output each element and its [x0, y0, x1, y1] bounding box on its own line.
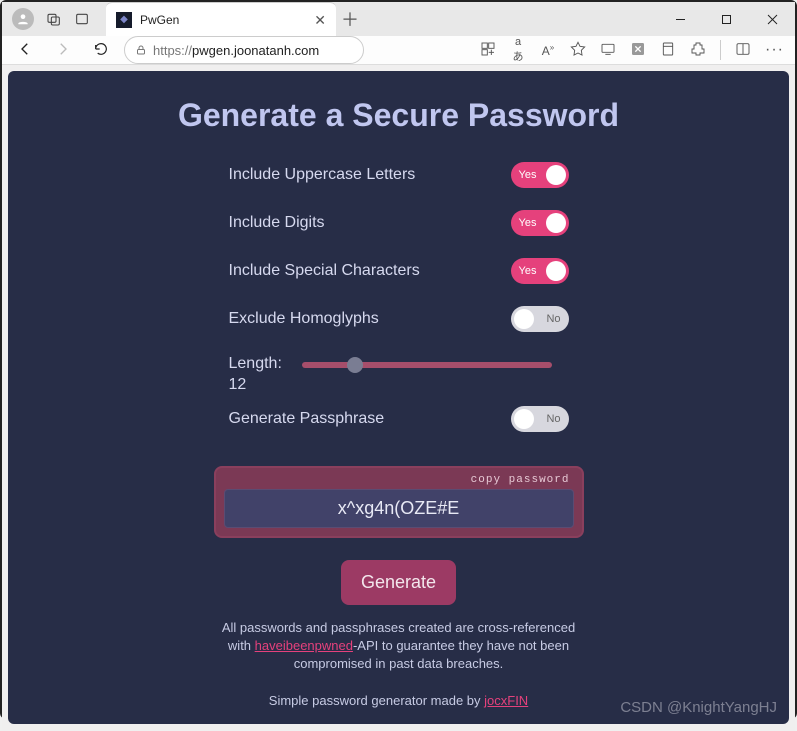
favorite-icon[interactable] — [570, 41, 586, 60]
option-label: Include Special Characters — [229, 262, 420, 280]
page-content: Generate a Secure Password Include Upper… — [2, 65, 795, 730]
generate-button[interactable]: Generate — [341, 560, 456, 605]
option-special: Include Special Characters Yes — [229, 258, 569, 284]
length-value: 12 — [229, 375, 282, 396]
workspaces-icon[interactable] — [46, 11, 62, 27]
lock-icon — [135, 44, 147, 56]
info-note: All passwords and passphrases created ar… — [219, 619, 579, 674]
tab-actions-icon[interactable] — [74, 11, 90, 27]
options-panel: Include Uppercase Letters Yes Include Di… — [229, 162, 569, 454]
forward-button[interactable] — [48, 40, 78, 61]
footer: Simple password generator made by jocxFI… — [269, 673, 528, 708]
password-box: copy password x^xg4n(OZE#E — [214, 466, 584, 538]
toggle-knob — [546, 165, 566, 185]
app-install-icon[interactable] — [480, 41, 496, 60]
read-aloud-icon[interactable]: A» — [540, 43, 556, 58]
minimize-button[interactable] — [657, 2, 703, 36]
toggle-special[interactable]: Yes — [511, 258, 569, 284]
length-slider[interactable] — [302, 362, 552, 368]
browser-tab[interactable]: ◆ PwGen ✕ — [106, 2, 336, 36]
hibp-link[interactable]: haveibeenpwned — [255, 638, 353, 653]
cast-icon[interactable] — [600, 41, 616, 60]
option-label: Exclude Homoglyphs — [229, 310, 379, 328]
url-input[interactable]: https://pwgen.joonatanh.com — [124, 36, 364, 64]
split-screen-icon[interactable] — [735, 41, 751, 60]
separator — [720, 40, 721, 60]
toggle-digits[interactable]: Yes — [511, 210, 569, 236]
browser-window: ◆ PwGen ✕ ＋ https://p — [0, 0, 797, 719]
titlebar: ◆ PwGen ✕ ＋ — [2, 2, 795, 36]
toggle-knob — [514, 409, 534, 429]
option-label: Generate Passphrase — [229, 410, 385, 428]
address-bar: https://pwgen.joonatanh.com aあ A» ··· — [2, 36, 795, 65]
password-output[interactable]: x^xg4n(OZE#E — [224, 489, 574, 528]
close-button[interactable] — [749, 2, 795, 36]
slider-thumb[interactable] — [347, 357, 363, 373]
maximize-button[interactable] — [703, 2, 749, 36]
toggle-knob — [546, 261, 566, 281]
toggle-knob — [514, 309, 534, 329]
tab-title: PwGen — [140, 13, 306, 27]
option-passphrase: Generate Passphrase No — [229, 406, 569, 432]
translate-icon[interactable]: aあ — [510, 36, 526, 64]
toggle-uppercase[interactable]: Yes — [511, 162, 569, 188]
toggle-homoglyphs[interactable]: No — [511, 306, 569, 332]
pwgen-app: Generate a Secure Password Include Upper… — [8, 71, 789, 724]
option-label: Include Digits — [229, 214, 325, 232]
more-icon[interactable]: ··· — [765, 41, 781, 59]
tab-close-icon[interactable]: ✕ — [314, 13, 326, 27]
tab-favicon-icon: ◆ — [116, 12, 132, 28]
page-title: Generate a Secure Password — [178, 97, 619, 134]
new-tab-button[interactable]: ＋ — [336, 6, 364, 32]
option-homoglyphs: Exclude Homoglyphs No — [229, 306, 569, 332]
blocked-icon[interactable] — [630, 41, 646, 60]
length-label: Length: — [229, 354, 282, 375]
back-button[interactable] — [10, 40, 40, 61]
toggle-knob — [546, 213, 566, 233]
author-link[interactable]: jocxFIN — [484, 693, 528, 708]
url-text: https://pwgen.joonatanh.com — [153, 43, 319, 58]
option-label: Include Uppercase Letters — [229, 166, 416, 184]
option-digits: Include Digits Yes — [229, 210, 569, 236]
profile-icon[interactable] — [12, 8, 34, 30]
option-uppercase: Include Uppercase Letters Yes — [229, 162, 569, 188]
collections-icon[interactable] — [660, 41, 676, 60]
option-length: Length: 12 — [229, 354, 569, 396]
refresh-button[interactable] — [86, 41, 116, 60]
copy-password-button[interactable]: copy password — [224, 474, 574, 489]
extensions-icon[interactable] — [690, 41, 706, 60]
toggle-passphrase[interactable]: No — [511, 406, 569, 432]
